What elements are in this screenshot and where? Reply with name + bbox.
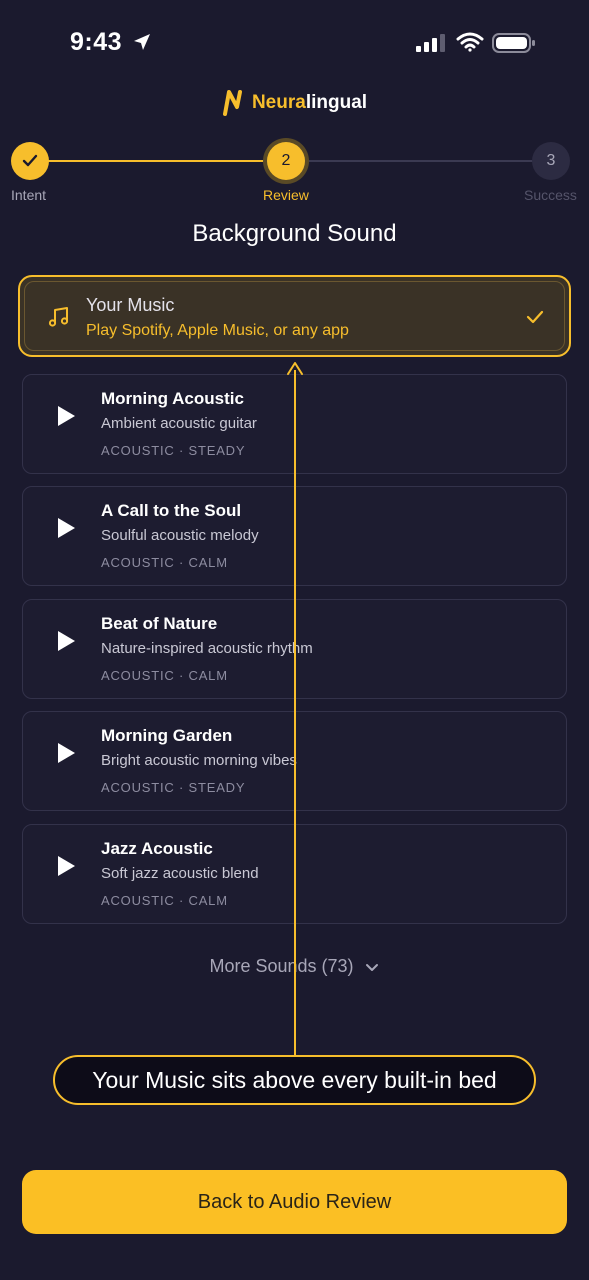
- annotation-callout: Your Music sits above every built-in bed: [53, 1055, 536, 1105]
- play-icon[interactable]: [55, 405, 77, 427]
- location-arrow-icon: [134, 34, 150, 50]
- sound-title: Morning Acoustic: [101, 389, 244, 408]
- brand-name: Neuralingual: [252, 92, 367, 114]
- brand-header: Neuralingual: [0, 86, 589, 120]
- music-note-icon: [48, 307, 69, 327]
- progress-stepper: 2 3 Intent Review Success: [0, 135, 589, 215]
- your-music-subtitle: Play Spotify, Apple Music, or any app: [86, 322, 349, 339]
- play-icon[interactable]: [55, 630, 77, 652]
- sound-title: A Call to the Soul: [101, 501, 242, 520]
- wifi-icon: [456, 32, 484, 52]
- sound-description: Ambient acoustic guitar: [101, 415, 257, 432]
- stepper-line-pending: [286, 160, 551, 162]
- sound-tags: ACOUSTIC · STEADY: [101, 780, 246, 795]
- cellular-signal-icon: [416, 34, 445, 52]
- page-title: Background Sound: [192, 220, 397, 247]
- step-2-label: Review: [263, 187, 309, 203]
- sound-title: Morning Garden: [101, 726, 233, 745]
- back-to-audio-review-button[interactable]: Back to Audio Review: [22, 1170, 567, 1234]
- annotation-line: [294, 370, 296, 1056]
- brand-name-part2: lingual: [305, 92, 368, 113]
- selected-check-icon: [526, 310, 544, 324]
- step-3-label: Success: [524, 187, 577, 203]
- play-icon[interactable]: [55, 855, 77, 877]
- sound-description: Soft jazz acoustic blend: [101, 865, 259, 882]
- sound-tags: ACOUSTIC · CALM: [101, 893, 228, 908]
- annotation-arrow-icon: [287, 362, 303, 375]
- chevron-down-icon: [365, 963, 378, 971]
- checkmark-icon: [22, 154, 38, 167]
- brand-name-part1: Neura: [251, 92, 306, 113]
- step-2-circle: 2: [267, 142, 305, 180]
- selection-inner-border: [24, 281, 565, 351]
- sound-tags: ACOUSTIC · STEADY: [101, 443, 246, 458]
- your-music-option[interactable]: Your Music Play Spotify, Apple Music, or…: [18, 275, 571, 357]
- brand-logo-icon: [222, 90, 242, 116]
- play-icon[interactable]: [55, 517, 77, 539]
- status-bar: 9:43: [0, 0, 589, 90]
- sound-title: Jazz Acoustic: [101, 839, 213, 858]
- step-1-label: Intent: [11, 187, 47, 203]
- step-3-circle: 3: [532, 142, 570, 180]
- battery-icon: [492, 33, 535, 53]
- sound-title: Beat of Nature: [101, 614, 218, 633]
- more-sounds-label: More Sounds (73): [209, 956, 354, 976]
- play-icon[interactable]: [55, 742, 77, 764]
- sound-tags: ACOUSTIC · CALM: [101, 668, 228, 683]
- sound-tags: ACOUSTIC · CALM: [101, 555, 228, 570]
- sound-description: Nature-inspired acoustic rhythm: [101, 640, 313, 657]
- your-music-title: Your Music: [86, 295, 175, 315]
- stepper-line-complete: [30, 160, 286, 162]
- status-time: 9:43: [70, 28, 123, 56]
- sound-description: Soulful acoustic melody: [101, 527, 259, 544]
- sound-description: Bright acoustic morning vibes: [101, 752, 297, 769]
- step-1-circle: [11, 142, 49, 180]
